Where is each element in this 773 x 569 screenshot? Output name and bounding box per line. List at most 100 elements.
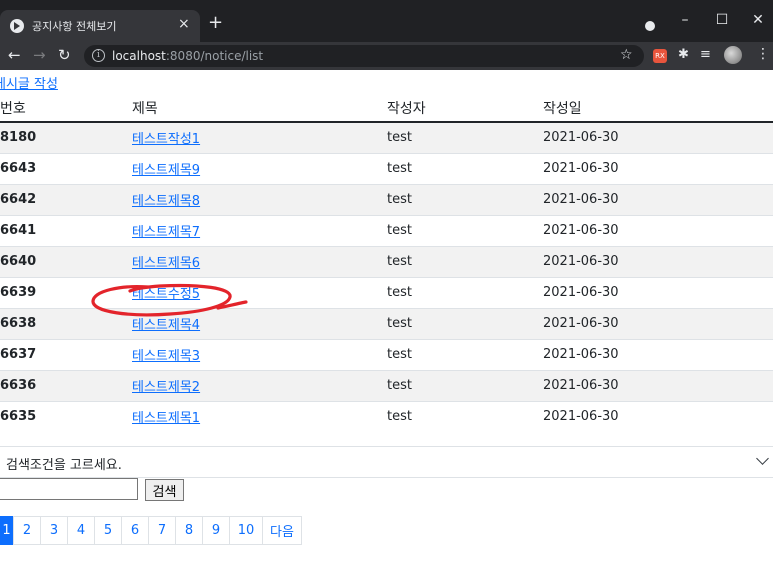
row-date: 2021-06-30 (543, 400, 773, 432)
back-icon[interactable]: ← (8, 47, 21, 63)
row-no: 6642 (0, 183, 132, 215)
row-title-link[interactable]: 테스트제목9 (132, 163, 200, 178)
row-date: 2021-06-30 (543, 307, 773, 339)
table-row: 6642 테스트제목8 test 2021-06-30 (0, 183, 773, 215)
table-row: 6638 테스트제목4 test 2021-06-30 (0, 307, 773, 339)
next-page-link[interactable]: 다음 (262, 516, 302, 545)
row-title-link[interactable]: 테스트작성1 (132, 132, 200, 147)
row-author: test (387, 338, 543, 370)
row-no: 6638 (0, 307, 132, 339)
address-bar[interactable]: i localhost:8080/notice/list ☆ (84, 45, 644, 67)
row-no: 8180 (0, 121, 132, 153)
search-condition-label: 검색조건을 고르세요. (6, 458, 122, 473)
header-author: 작성자 (387, 92, 543, 123)
reload-icon[interactable]: ↻ (58, 47, 71, 63)
row-author: test (387, 307, 543, 339)
table-row: 8180 테스트작성1 test 2021-06-30 (0, 121, 773, 153)
info-icon[interactable]: i (92, 49, 105, 62)
url-text[interactable]: localhost:8080/notice/list (112, 49, 263, 63)
keyword-input[interactable] (0, 478, 138, 500)
table-row: 6637 테스트제목3 test 2021-06-30 (0, 338, 773, 370)
row-date: 2021-06-30 (543, 369, 773, 401)
table-row: 6640 테스트제목6 test 2021-06-30 (0, 245, 773, 277)
minimize-icon[interactable]: – (670, 12, 700, 28)
page-link[interactable]: 9 (202, 516, 230, 545)
row-no: 6636 (0, 369, 132, 401)
extension-icon[interactable]: RX (653, 49, 667, 63)
row-date: 2021-06-30 (543, 276, 773, 308)
extensions-puzzle-icon[interactable]: ✱ (678, 47, 689, 63)
row-title-cell: 테스트제목7 (132, 214, 387, 246)
row-title-link[interactable]: 테스트제목4 (132, 318, 200, 333)
row-author: test (387, 214, 543, 246)
row-title-cell: 테스트작성1 (132, 121, 387, 153)
page-link[interactable]: 6 (121, 516, 149, 545)
row-title-link[interactable]: 테스트제목6 (132, 256, 200, 271)
profile-avatar[interactable] (724, 46, 742, 64)
header-title: 제목 (132, 92, 387, 123)
row-no: 6641 (0, 214, 132, 246)
page-link-active[interactable]: 1 (0, 516, 14, 545)
tab-search-icon[interactable] (645, 21, 655, 31)
row-no: 6639 (0, 276, 132, 308)
row-title-cell: 테스트제목8 (132, 183, 387, 215)
forward-icon[interactable]: → (33, 47, 46, 63)
row-title-link[interactable]: 테스트제목7 (132, 225, 200, 240)
row-author: test (387, 121, 543, 153)
row-author: test (387, 152, 543, 184)
pagination: 1 2 3 4 5 6 7 8 9 10 다음 (0, 516, 302, 545)
maximize-icon[interactable]: ☐ (707, 12, 737, 28)
row-author: test (387, 245, 543, 277)
row-date: 2021-06-30 (543, 183, 773, 215)
row-author: test (387, 276, 543, 308)
row-no: 6637 (0, 338, 132, 370)
new-tab-icon[interactable]: + (208, 14, 223, 32)
row-date: 2021-06-30 (543, 121, 773, 153)
globe-icon (10, 19, 24, 33)
notice-table: 번호 제목 작성자 작성일 8180 테스트작성1 test 2021-06-3… (0, 92, 773, 432)
row-title-link[interactable]: 테스트제목2 (132, 380, 200, 395)
row-no: 6640 (0, 245, 132, 277)
page-link[interactable]: 8 (175, 516, 203, 545)
row-title-link[interactable]: 테스트제목8 (132, 194, 200, 209)
close-tab-icon[interactable]: × (178, 16, 190, 32)
page-link[interactable]: 5 (94, 516, 122, 545)
page-link[interactable]: 7 (148, 516, 176, 545)
row-title-cell: 테스트제목3 (132, 338, 387, 370)
write-post-link[interactable]: 게시글 작성 (0, 73, 58, 92)
reading-list-icon[interactable]: ≡ (700, 47, 711, 63)
row-no: 6635 (0, 400, 132, 432)
search-button[interactable]: 검색 (145, 479, 184, 501)
row-title-link[interactable]: 테스트제목1 (132, 411, 200, 426)
table-row: 6636 테스트제목2 test 2021-06-30 (0, 369, 773, 401)
row-title-cell: 테스트제목1 (132, 400, 387, 432)
row-title-cell: 테스트수정5 (132, 276, 387, 308)
browser-menu-icon[interactable]: ⋮ (756, 46, 770, 62)
tab-bar: 공지사항 전체보기 × + – ☐ ✕ (0, 6, 773, 42)
row-title-link[interactable]: 테스트수정5 (132, 287, 200, 302)
page-link[interactable]: 10 (229, 516, 263, 545)
row-title-cell: 테스트제목4 (132, 307, 387, 339)
table-header-row: 번호 제목 작성자 작성일 (0, 92, 773, 123)
table-row: 6643 테스트제목9 test 2021-06-30 (0, 152, 773, 184)
table-row: 6635 테스트제목1 test 2021-06-30 (0, 400, 773, 432)
row-author: test (387, 400, 543, 432)
row-date: 2021-06-30 (543, 245, 773, 277)
row-title-cell: 테스트제목6 (132, 245, 387, 277)
row-title-cell: 테스트제목9 (132, 152, 387, 184)
browser-tab[interactable]: 공지사항 전체보기 × (0, 10, 200, 42)
row-no: 6643 (0, 152, 132, 184)
row-title-link[interactable]: 테스트제목3 (132, 349, 200, 364)
page-content: 게시글 작성 번호 제목 작성자 작성일 8180 테스트작성1 test 20… (0, 70, 773, 569)
bookmark-star-icon[interactable]: ☆ (620, 47, 633, 63)
search-condition-select[interactable]: 검색조건을 고르세요. (0, 446, 773, 478)
page-link[interactable]: 2 (13, 516, 41, 545)
row-date: 2021-06-30 (543, 214, 773, 246)
tab-title: 공지사항 전체보기 (32, 20, 117, 33)
chevron-down-icon (756, 452, 769, 465)
row-title-cell: 테스트제목2 (132, 369, 387, 401)
table-row: 6641 테스트제목7 test 2021-06-30 (0, 214, 773, 246)
page-link[interactable]: 4 (67, 516, 95, 545)
page-link[interactable]: 3 (40, 516, 68, 545)
close-window-icon[interactable]: ✕ (743, 12, 773, 28)
